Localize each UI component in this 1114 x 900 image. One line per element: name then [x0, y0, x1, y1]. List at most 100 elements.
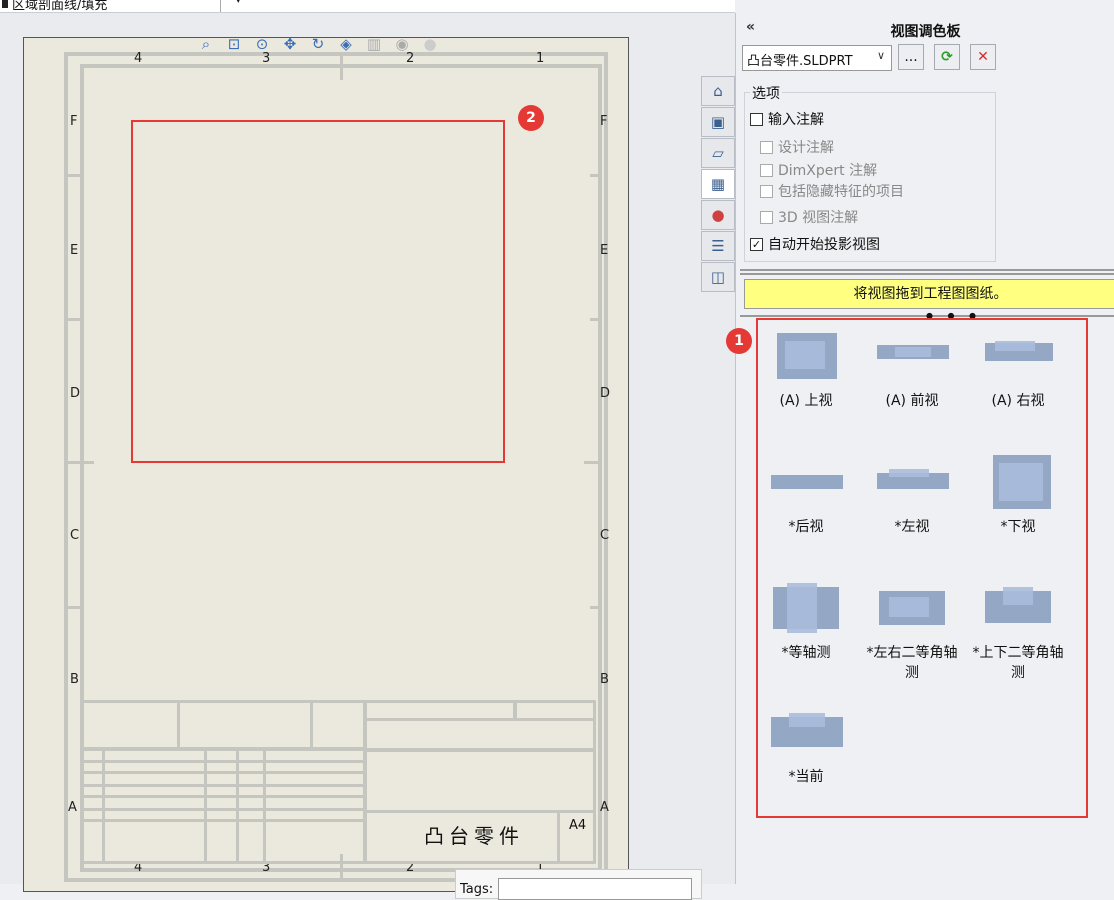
3d-parts-icon[interactable]: ▣: [701, 107, 735, 137]
view-thumbnail: [875, 327, 949, 385]
option-label: 自动开始投影视图: [768, 237, 880, 253]
display-style-icon[interactable]: ◈: [336, 34, 356, 54]
checkbox-checked[interactable]: ✓: [750, 237, 763, 251]
part-title: 凸台零件: [424, 824, 524, 848]
toolbar-separator: [220, 0, 221, 12]
zone-label-right: A: [600, 800, 609, 815]
checkbox[interactable]: [760, 140, 773, 154]
zoom-to-fit-icon[interactable]: ⌕: [196, 34, 216, 54]
appearance-icon[interactable]: ●: [701, 200, 735, 230]
zoom-previous-icon[interactable]: ⊙: [252, 34, 272, 54]
option-3d-view-annotations[interactable]: 3D 视图注解: [760, 207, 858, 227]
view-thumbnail: [981, 579, 1055, 637]
view-item-dimetric-tb[interactable]: *上下二等角轴测: [968, 579, 1068, 683]
view-label: *左视: [894, 519, 930, 535]
lighting-icon[interactable]: ●: [420, 34, 440, 54]
divider: [740, 273, 1114, 275]
section-view-icon[interactable]: ▥: [364, 34, 384, 54]
zone-label-right: F: [600, 114, 608, 129]
toolbar-label[interactable]: 区域剖面线/填充: [12, 0, 107, 12]
zone-label-left: F: [70, 114, 78, 129]
folder-icon[interactable]: ▱: [701, 138, 735, 168]
view-thumbnail: [981, 327, 1055, 385]
view-palette-panel: « 视图调色板 凸台零件.SLDPRT ∨ ... ⟳ ✕ 选项 输入注解 设计…: [726, 13, 1114, 884]
zone-tick: [584, 461, 602, 464]
zone-label-top: 4: [134, 51, 143, 66]
panel-title: 视图调色板: [890, 24, 961, 40]
view-thumbnail: [981, 453, 1055, 511]
checkbox[interactable]: [760, 163, 773, 177]
browse-button[interactable]: ...: [898, 44, 924, 70]
toolbar-icon: [2, 0, 8, 8]
title-block-cell: [364, 718, 596, 752]
marker-badge-2: 2: [518, 105, 544, 131]
zone-label-right: B: [600, 672, 609, 687]
view-item-front[interactable]: (A) 前视: [862, 327, 962, 411]
document-select[interactable]: 凸台零件.SLDPRT ∨: [742, 45, 892, 71]
tags-input[interactable]: [498, 878, 692, 900]
chevron-down-icon: ∨: [876, 49, 885, 62]
option-hidden-features[interactable]: 包括隐藏特征的项目: [760, 181, 904, 201]
view-thumbnail: [769, 327, 843, 385]
option-label: 包括隐藏特征的项目: [778, 184, 904, 200]
divider: [740, 269, 1114, 271]
view-item-right[interactable]: (A) 右视: [968, 327, 1068, 411]
toolbar-dropdown-icon[interactable]: ▾: [236, 0, 241, 6]
marker-badge-1: 1: [726, 328, 752, 354]
view-label: *后视: [788, 519, 824, 535]
top-toolbar: 区域剖面线/填充 ▾: [0, 0, 735, 13]
pan-icon[interactable]: ✥: [280, 34, 300, 54]
option-import-annotations[interactable]: 输入注解: [750, 109, 824, 129]
custom-properties-icon[interactable]: ☰: [701, 231, 735, 261]
option-design-annotations[interactable]: 设计注解: [760, 137, 834, 157]
zone-tick: [590, 318, 602, 321]
close-icon[interactable]: ✕: [970, 44, 996, 70]
option-auto-start-projected-view[interactable]: ✓ 自动开始投影视图: [750, 234, 880, 254]
zone-label-left: B: [70, 672, 79, 687]
view-label: (A) 右视: [991, 393, 1045, 409]
view-thumbnail: [875, 453, 949, 511]
zone-label-left: E: [70, 243, 79, 258]
task-pane-tabs: ⌂ ▣ ▱ ▦ ● ☰ ◫: [701, 76, 735, 292]
view-item-bottom[interactable]: *下视: [968, 453, 1068, 537]
view-item-current[interactable]: *当前: [756, 703, 856, 787]
view-item-back[interactable]: *后视: [756, 453, 856, 537]
refresh-icon[interactable]: ⟳: [934, 44, 960, 70]
zone-label-left: A: [68, 800, 77, 815]
checkbox[interactable]: [750, 112, 763, 126]
checkbox[interactable]: [760, 210, 773, 224]
zoom-to-area-icon[interactable]: ⊡: [224, 34, 244, 54]
checkbox[interactable]: [760, 184, 773, 198]
panel-header: « 视图调色板: [736, 17, 1114, 40]
view-label: *当前: [788, 769, 824, 785]
hide-show-icon[interactable]: ◉: [392, 34, 412, 54]
view-thumbnail: [769, 703, 843, 761]
title-block-cell: [364, 748, 596, 813]
view-item-left[interactable]: *左视: [862, 453, 962, 537]
tags-bar: Tags:: [455, 869, 702, 900]
option-label: 3D 视图注解: [778, 210, 859, 226]
option-label: DimXpert 注解: [778, 163, 878, 179]
view-item-dimetric-lr[interactable]: *左右二等角轴测: [862, 579, 962, 683]
drawing-canvas[interactable]: 4 3 2 1 4 3 2 1 F E D C B A F E D C B A: [0, 13, 735, 900]
zone-tick: [66, 461, 94, 464]
drop-area-highlight: [131, 120, 505, 463]
view-palette-icon[interactable]: ▦: [701, 169, 735, 199]
view-label: *上下二等角轴测: [972, 645, 1064, 681]
zone-tick: [340, 54, 343, 80]
heads-up-view-toolbar: ⌕ ⊡ ⊙ ✥ ↻ ◈ ▥ ◉ ●: [196, 33, 440, 55]
zone-tick: [590, 606, 602, 609]
view-item-top[interactable]: (A) 上视: [756, 327, 856, 411]
option-dimxpert-annotations[interactable]: DimXpert 注解: [760, 160, 877, 180]
home-icon[interactable]: ⌂: [701, 76, 735, 106]
view-item-isometric[interactable]: *等轴测: [756, 579, 856, 663]
zone-label-top: 1: [536, 51, 545, 66]
forum-icon[interactable]: ◫: [701, 262, 735, 292]
zone-label-right: D: [600, 386, 611, 401]
rotate-icon[interactable]: ↻: [308, 34, 328, 54]
zone-tick: [590, 174, 602, 177]
view-label: *下视: [1000, 519, 1036, 535]
view-label: (A) 上视: [779, 393, 833, 409]
document-select-value: 凸台零件.SLDPRT: [747, 54, 853, 69]
zone-tick: [66, 174, 84, 177]
